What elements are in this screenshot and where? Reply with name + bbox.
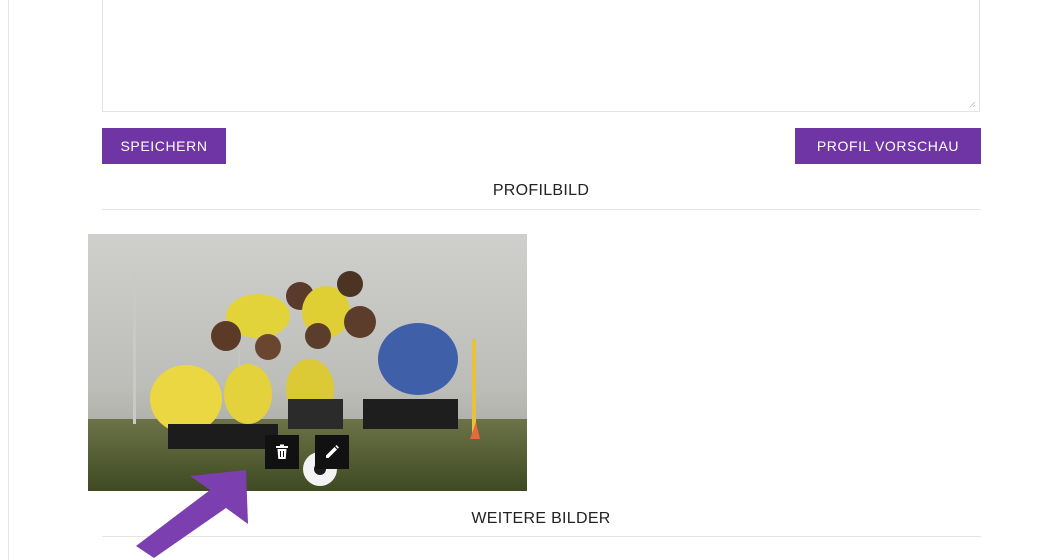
section-divider — [102, 209, 981, 210]
resize-handle-icon[interactable] — [969, 101, 976, 108]
edit-image-button[interactable] — [315, 435, 349, 469]
profile-picture-heading: PROFILBILD — [492, 182, 590, 199]
profile-preview-button[interactable]: PROFIL VORSCHAU — [795, 128, 981, 164]
pencil-icon — [326, 445, 339, 458]
profile-image — [88, 234, 527, 491]
description-textarea[interactable] — [102, 0, 980, 112]
save-button[interactable]: SPEICHERN — [102, 128, 226, 164]
pointer-arrow-icon — [136, 470, 248, 558]
trash-icon — [276, 444, 288, 459]
page-left-border — [8, 0, 9, 560]
delete-image-button[interactable] — [265, 435, 299, 469]
